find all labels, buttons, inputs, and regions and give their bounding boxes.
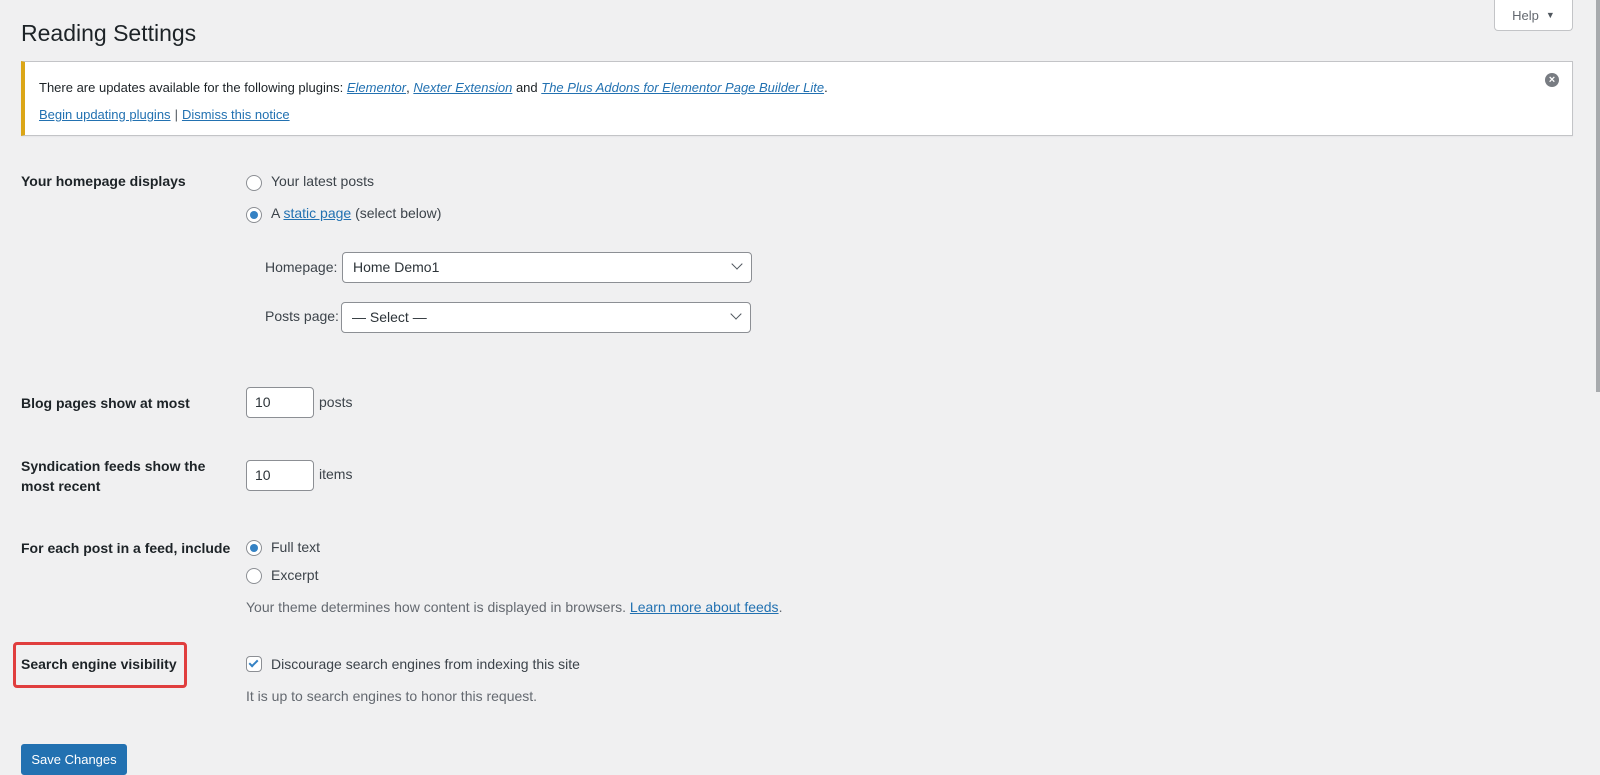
notice-actions: Begin updating plugins | Dismiss this noti… — [39, 107, 290, 122]
homepage-select[interactable]: Home Demo1 — [342, 252, 752, 283]
radio-full-text-label[interactable]: Full text — [271, 537, 320, 557]
radio-latest-posts-label[interactable]: Your latest posts — [271, 171, 374, 191]
syndication-unit: items — [319, 466, 353, 482]
radio-excerpt-label[interactable]: Excerpt — [271, 565, 318, 585]
homepage-select-value: Home Demo1 — [353, 259, 440, 275]
plugin-update-notice: There are updates available for the foll… — [21, 61, 1573, 136]
radio-static-page-label[interactable]: A static page (select below) — [271, 203, 441, 223]
help-button[interactable]: Help ▼ — [1494, 0, 1573, 31]
syndication-label-line1: Syndication feeds show the — [21, 458, 206, 474]
homepage-displays-label: Your homepage displays — [21, 173, 186, 189]
radio-latest-posts[interactable] — [246, 175, 262, 191]
notice-message: There are updates available for the foll… — [39, 80, 828, 95]
syndication-label: Syndication feeds show the most recent — [21, 456, 205, 496]
begin-updating-link[interactable]: Begin updating plugins — [39, 107, 171, 122]
blog-pages-label: Blog pages show at most — [21, 395, 190, 411]
search-visibility-description: It is up to search engines to honor this… — [246, 688, 538, 704]
syndication-input[interactable]: 10 — [246, 460, 314, 491]
feed-description-period: . — [778, 599, 783, 615]
discourage-search-label[interactable]: Discourage search engines from indexing … — [271, 654, 580, 674]
static-page-prefix: A — [271, 205, 284, 221]
posts-page-select-label: Posts page: — [265, 308, 339, 324]
learn-more-feeds-link[interactable]: Learn more about feeds — [630, 599, 779, 615]
homepage-select-label: Homepage: — [265, 259, 338, 275]
notice-separator: | — [174, 107, 178, 122]
static-page-suffix: (select below) — [351, 205, 442, 221]
checkmark-icon — [248, 657, 259, 668]
posts-page-select[interactable]: — Select — — [341, 302, 751, 333]
radio-static-page[interactable] — [246, 207, 262, 223]
chevron-down-icon — [731, 258, 743, 270]
caret-down-icon: ▼ — [1545, 10, 1555, 20]
blog-pages-input[interactable]: 10 — [246, 387, 314, 418]
feed-include-label: For each post in a feed, include — [21, 540, 231, 556]
scrollbar[interactable] — [1596, 0, 1600, 392]
discourage-search-checkbox[interactable] — [246, 656, 262, 672]
notice-and: and — [512, 80, 542, 95]
radio-excerpt[interactable] — [246, 568, 262, 584]
notice-prefix: There are updates available for the foll… — [39, 80, 347, 95]
plugin-link-elementor[interactable]: Elementor — [347, 80, 406, 95]
chevron-down-icon — [730, 308, 742, 320]
search-visibility-label: Search engine visibility — [21, 656, 177, 672]
save-changes-button[interactable]: Save Changes — [21, 744, 127, 775]
radio-full-text[interactable] — [246, 540, 262, 556]
page-title: Reading Settings — [21, 20, 197, 46]
feed-description: Your theme determines how content is dis… — [246, 599, 782, 615]
notice-period: . — [824, 80, 828, 95]
dismiss-notice-link[interactable]: Dismiss this notice — [182, 107, 290, 122]
plugin-link-nexter[interactable]: Nexter Extension — [413, 80, 512, 95]
feed-description-text: Your theme determines how content is dis… — [246, 599, 630, 615]
syndication-label-line2: most recent — [21, 478, 101, 494]
plugin-link-plus-addons[interactable]: The Plus Addons for Elementor Page Build… — [541, 80, 824, 95]
close-icon[interactable]: × — [1545, 73, 1559, 87]
static-page-link[interactable]: static page — [283, 205, 351, 221]
help-label: Help — [1512, 7, 1539, 23]
blog-pages-unit: posts — [319, 394, 353, 410]
posts-page-select-value: — Select — — [352, 309, 427, 325]
